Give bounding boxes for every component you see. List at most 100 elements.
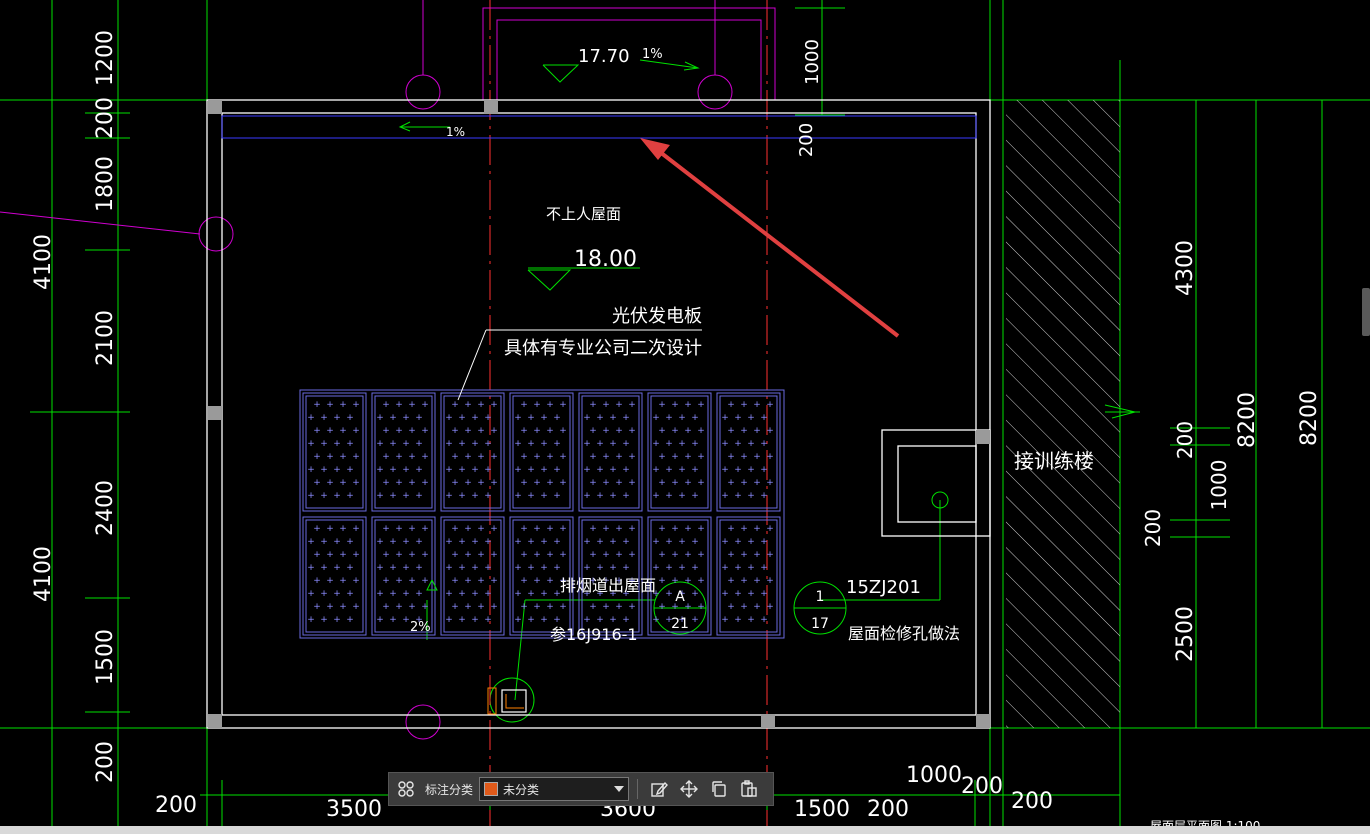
pv-cell-mark: +	[471, 491, 479, 501]
pv-cell-mark: +	[395, 426, 403, 436]
slope-gutter: 1%	[446, 125, 465, 139]
move-icon[interactable]	[676, 776, 702, 802]
elevation-roof: 18.00	[574, 247, 637, 272]
pv-cell-mark: +	[609, 465, 617, 475]
pv-cell-mark: +	[415, 465, 423, 475]
pv-cell-mark: +	[658, 426, 666, 436]
pv-cell-mark: +	[389, 589, 397, 599]
pv-cell-mark: +	[652, 465, 660, 475]
smoke-note: 排烟道出屋面	[560, 576, 656, 595]
pv-cell-mark: +	[622, 615, 630, 625]
pv-cell-mark: +	[533, 478, 541, 488]
pv-cell-mark: +	[583, 439, 591, 449]
pv-cell-mark: +	[652, 413, 660, 423]
pv-cell-mark: +	[766, 400, 774, 410]
pv-cell-mark: +	[402, 439, 410, 449]
pv-cell-mark: +	[307, 589, 315, 599]
pv-cell-mark: +	[553, 491, 561, 501]
pv-cell-mark: +	[346, 439, 354, 449]
pv-cell-mark: +	[559, 524, 567, 534]
pv-cell-mark: +	[540, 439, 548, 449]
pv-cell-mark: +	[609, 491, 617, 501]
pv-cell-mark: +	[727, 426, 735, 436]
pv-cell-mark: +	[490, 478, 498, 488]
pv-cell-mark: +	[382, 478, 390, 488]
pv-cell-mark: +	[665, 413, 673, 423]
pv-cell-mark: +	[320, 615, 328, 625]
pv-cell-mark: +	[415, 537, 423, 547]
pv-cell-mark: +	[734, 439, 742, 449]
pv-cell-mark: +	[727, 478, 735, 488]
pv-cell-mark: +	[389, 615, 397, 625]
pv-cell-mark: +	[527, 439, 535, 449]
pv-cell-mark: +	[678, 537, 686, 547]
pv-cell-mark: +	[559, 478, 567, 488]
pv-cell-mark: +	[445, 465, 453, 475]
pv-cell-mark: +	[402, 413, 410, 423]
dim-bottom-200-c: 200	[961, 774, 1003, 799]
pv-cell-mark: +	[445, 537, 453, 547]
pv-cell-mark: +	[389, 491, 397, 501]
pv-cell-mark: +	[678, 491, 686, 501]
pv-cell-mark: +	[740, 426, 748, 436]
pv-cell-mark: +	[339, 400, 347, 410]
pv-cell-mark: +	[326, 550, 334, 560]
pv-cell-mark: +	[727, 602, 735, 612]
pv-cell-mark: +	[652, 537, 660, 547]
pv-cell-mark: +	[540, 589, 548, 599]
dim-right-1000: 1000	[1207, 460, 1231, 511]
dim-right-200-a: 200	[1173, 421, 1197, 459]
category-select[interactable]: 未分类	[479, 777, 630, 801]
pv-cell-mark: +	[602, 426, 610, 436]
pv-cell-mark: +	[458, 465, 466, 475]
pv-cell-mark: +	[540, 615, 548, 625]
pv-cell-mark: +	[471, 589, 479, 599]
edit-icon[interactable]	[646, 776, 672, 802]
dim-left-1800: 1800	[93, 156, 118, 212]
copy-icon[interactable]	[706, 776, 732, 802]
pv-cell-mark: +	[520, 602, 528, 612]
pv-cell-mark: +	[421, 452, 429, 462]
pv-cell-mark: +	[727, 576, 735, 586]
pv-cell-mark: +	[352, 426, 360, 436]
pv-cell-mark: +	[382, 426, 390, 436]
vertical-scrollbar[interactable]	[1362, 288, 1370, 336]
pv-cell-mark: +	[559, 550, 567, 560]
cad-canvas[interactable]: + + + + + + + + + + + + + + + + + + + + + + + + + + + + + + + + + + + + + + + +…	[0, 0, 1370, 834]
pv-cell-mark: +	[658, 478, 666, 488]
pv-cell-mark: +	[609, 537, 617, 547]
pv-cell-mark: +	[395, 576, 403, 586]
pv-cell-mark: +	[514, 615, 522, 625]
pv-cell-mark: +	[609, 439, 617, 449]
pv-cell-mark: +	[320, 439, 328, 449]
pv-cell-mark: +	[477, 602, 485, 612]
pv-cell-mark: +	[652, 491, 660, 501]
pv-cell-mark: +	[313, 576, 321, 586]
grid-icon[interactable]	[393, 776, 419, 802]
pv-cell-mark: +	[527, 537, 535, 547]
pv-cell-mark: +	[602, 400, 610, 410]
pv-cell-mark: +	[734, 537, 742, 547]
pv-cell-mark: +	[596, 537, 604, 547]
pv-cell-mark: +	[684, 400, 692, 410]
pv-cell-mark: +	[596, 563, 604, 573]
pv-cell-mark: +	[352, 550, 360, 560]
pv-cell-mark: +	[747, 413, 755, 423]
pv-cell-mark: +	[665, 589, 673, 599]
pv-cell-mark: +	[382, 452, 390, 462]
pv-cell-mark: +	[527, 615, 535, 625]
pv-cell-mark: +	[458, 589, 466, 599]
pv-cell-mark: +	[408, 426, 416, 436]
pv-cell-mark: +	[464, 400, 472, 410]
pv-cell-mark: +	[346, 589, 354, 599]
pv-cell-mark: +	[346, 491, 354, 501]
paste-icon[interactable]	[736, 776, 762, 802]
pv-cell-mark: +	[684, 478, 692, 488]
pv-cell-mark: +	[697, 400, 705, 410]
pv-cell-mark: +	[376, 563, 384, 573]
pv-cell-mark: +	[421, 478, 429, 488]
detail-1-bottom: 17	[811, 616, 829, 632]
horizontal-scrollbar[interactable]	[0, 826, 1370, 834]
pv-cell-mark: +	[753, 426, 761, 436]
pv-cell-mark: +	[760, 615, 768, 625]
